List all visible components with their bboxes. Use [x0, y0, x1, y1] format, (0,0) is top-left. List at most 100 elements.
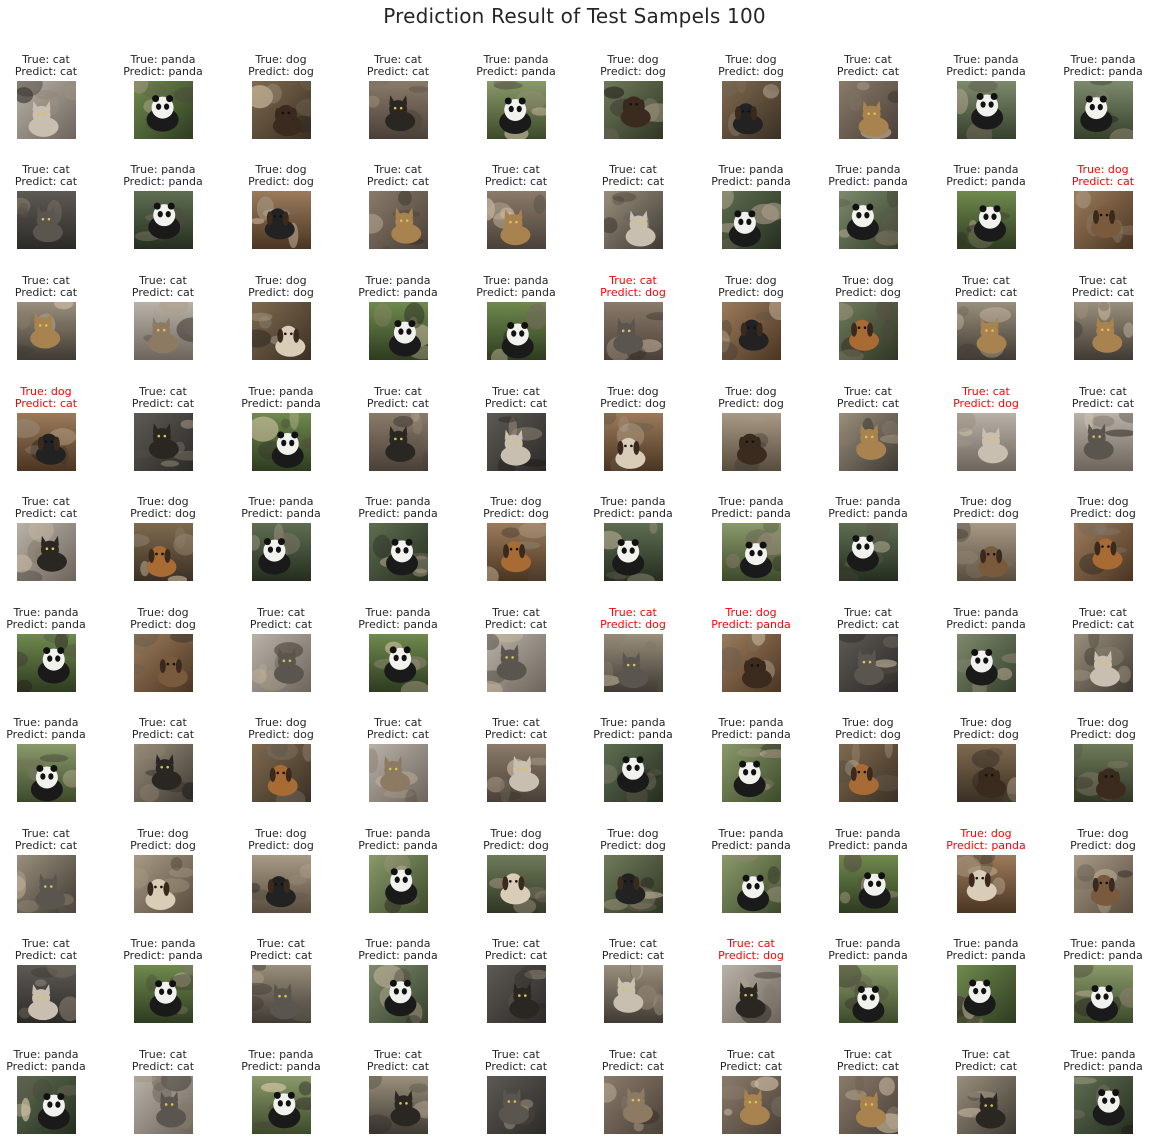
sample-cell: True: cat Predict: cat	[813, 54, 923, 150]
sample-label: True: cat Predict: cat	[461, 1049, 571, 1073]
sample-label: True: dog Predict: dog	[696, 275, 806, 299]
sample-label: True: cat Predict: cat	[813, 386, 923, 410]
sample-cell: True: dog Predict: dog	[226, 54, 336, 150]
sample-label: True: panda Predict: panda	[1048, 1049, 1149, 1073]
sample-cell: True: cat Predict: cat	[813, 607, 923, 703]
dog-photo-thumbnail	[722, 634, 781, 692]
sample-cell: True: cat Predict: cat	[343, 717, 453, 813]
panda-photo-thumbnail	[957, 634, 1016, 692]
cat-photo-thumbnail	[134, 413, 193, 471]
predict-label: Predict: cat	[14, 397, 78, 410]
dog-photo-thumbnail	[252, 81, 311, 139]
cat-photo-thumbnail	[252, 965, 311, 1023]
dog-photo-thumbnail	[252, 855, 311, 913]
sample-cell: True: panda Predict: panda	[0, 717, 101, 813]
sample-cell: True: cat Predict: cat	[461, 938, 571, 1034]
dog-photo-thumbnail	[134, 855, 193, 913]
predict-label: Predict: dog	[248, 286, 314, 299]
dog-photo-thumbnail	[487, 855, 546, 913]
sample-label: True: dog Predict: dog	[1048, 496, 1149, 520]
sample-cell: True: dog Predict: dog	[578, 54, 688, 150]
cat-photo-thumbnail	[604, 1076, 663, 1134]
cat-photo-thumbnail	[487, 965, 546, 1023]
sample-cell: True: cat Predict: cat	[343, 164, 453, 260]
sample-cell: True: cat Predict: dog	[578, 275, 688, 371]
sample-cell: True: cat Predict: cat	[461, 1049, 571, 1145]
sample-label: True: cat Predict: cat	[0, 54, 101, 78]
sample-cell: True: cat Predict: cat	[461, 717, 571, 813]
sample-cell: True: dog Predict: dog	[696, 386, 806, 482]
predict-label: Predict: panda	[711, 507, 791, 520]
predict-label: Predict: panda	[1063, 65, 1143, 78]
panda-photo-thumbnail	[839, 965, 898, 1023]
sample-label: True: cat Predict: cat	[578, 1049, 688, 1073]
panda-photo-thumbnail	[1074, 965, 1133, 1023]
cat-photo-thumbnail	[487, 634, 546, 692]
predict-label: Predict: cat	[484, 728, 548, 741]
sample-label: True: cat Predict: cat	[696, 1049, 806, 1073]
sample-cell: True: dog Predict: dog	[226, 717, 336, 813]
sample-cell: True: panda Predict: panda	[1048, 1049, 1149, 1145]
sample-cell: True: cat Predict: cat	[0, 496, 101, 592]
predict-label: Predict: cat	[366, 65, 430, 78]
sample-cell: True: panda Predict: panda	[226, 496, 336, 592]
predict-label: Predict: cat	[14, 65, 78, 78]
sample-label: True: dog Predict: dog	[696, 386, 806, 410]
sample-label: True: cat Predict: cat	[461, 386, 571, 410]
sample-label: True: cat Predict: cat	[1048, 386, 1149, 410]
cat-photo-thumbnail	[1074, 302, 1133, 360]
sample-label: True: panda Predict: panda	[108, 938, 218, 962]
dog-photo-thumbnail	[839, 302, 898, 360]
sample-cell: True: cat Predict: cat	[461, 607, 571, 703]
dog-photo-thumbnail	[604, 413, 663, 471]
sample-cell: True: dog Predict: dog	[931, 717, 1041, 813]
sample-label: True: cat Predict: dog	[696, 938, 806, 962]
cat-photo-thumbnail	[839, 413, 898, 471]
predict-label: Predict: panda	[593, 728, 673, 741]
panda-photo-thumbnail	[17, 744, 76, 802]
predict-label: Predict: panda	[241, 1060, 321, 1073]
cat-photo-thumbnail	[252, 634, 311, 692]
dog-photo-thumbnail	[722, 302, 781, 360]
sample-cell: True: dog Predict: dog	[226, 275, 336, 371]
sample-cell: True: panda Predict: panda	[696, 496, 806, 592]
sample-cell: True: panda Predict: panda	[931, 607, 1041, 703]
predict-label: Predict: dog	[1070, 839, 1136, 852]
sample-label: True: cat Predict: cat	[226, 607, 336, 631]
sample-cell: True: dog Predict: dog	[108, 607, 218, 703]
predict-label: Predict: cat	[1071, 286, 1135, 299]
predict-label: Predict: panda	[123, 65, 203, 78]
predict-label: Predict: panda	[828, 175, 908, 188]
panda-photo-thumbnail	[369, 965, 428, 1023]
predict-label: Predict: panda	[946, 949, 1026, 962]
sample-label: True: dog Predict: dog	[578, 386, 688, 410]
predict-label: Predict: dog	[1070, 507, 1136, 520]
predict-label: Predict: panda	[828, 839, 908, 852]
panda-photo-thumbnail	[839, 855, 898, 913]
sample-cell: True: panda Predict: panda	[343, 275, 453, 371]
sample-cell: True: cat Predict: cat	[813, 386, 923, 482]
predict-label: Predict: cat	[601, 175, 665, 188]
predict-label: Predict: panda	[358, 839, 438, 852]
sample-label: True: cat Predict: cat	[0, 275, 101, 299]
sample-label: True: panda Predict: panda	[813, 496, 923, 520]
predict-label: Predict: panda	[358, 618, 438, 631]
predict-label: Predict: dog	[835, 286, 901, 299]
predict-label: Predict: dog	[130, 839, 196, 852]
predict-label: Predict: panda	[123, 949, 203, 962]
panda-photo-thumbnail	[17, 1076, 76, 1134]
predict-label: Predict: panda	[828, 949, 908, 962]
sample-cell: True: panda Predict: panda	[813, 496, 923, 592]
predict-label: Predict: panda	[711, 175, 791, 188]
panda-photo-thumbnail	[722, 191, 781, 249]
predict-label: Predict: panda	[6, 618, 86, 631]
sample-label: True: dog Predict: dog	[226, 717, 336, 741]
predict-label: Predict: dog	[835, 728, 901, 741]
sample-label: True: panda Predict: panda	[343, 275, 453, 299]
dog-photo-thumbnail	[252, 302, 311, 360]
sample-cell: True: cat Predict: cat	[578, 1049, 688, 1145]
sample-cell: True: dog Predict: dog	[226, 164, 336, 260]
sample-cell: True: dog Predict: cat	[1048, 164, 1149, 260]
sample-label: True: cat Predict: cat	[813, 607, 923, 631]
cat-photo-thumbnail	[17, 81, 76, 139]
